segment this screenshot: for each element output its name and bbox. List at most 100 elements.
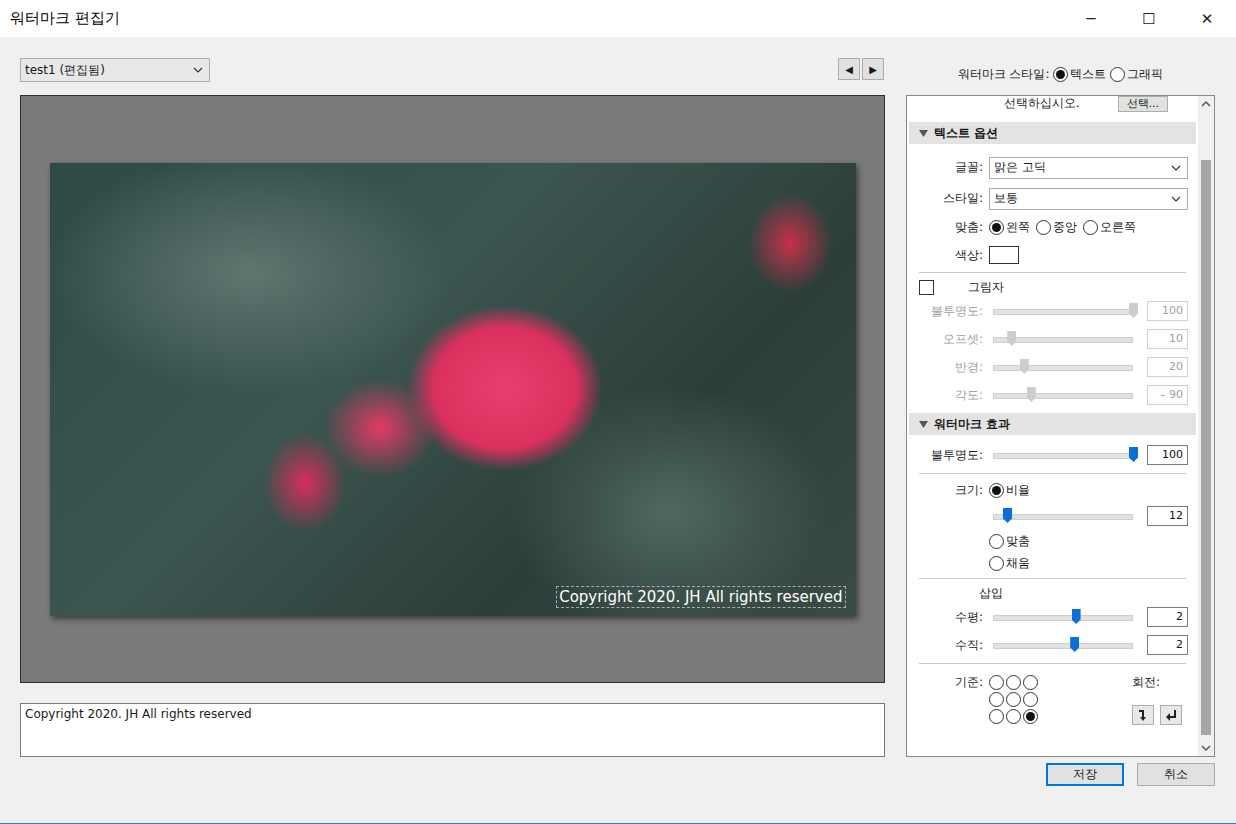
size-radio[interactable]: 채움 bbox=[989, 555, 1030, 572]
slider-thumb[interactable] bbox=[1129, 447, 1138, 462]
slider-value[interactable]: 2 bbox=[1147, 607, 1188, 627]
options-column: 워터마크 스타일:텍스트그래픽선택하십시오.선택...텍스트 옵션글꼴:맑은 고… bbox=[906, 58, 1215, 779]
radio-circle-icon[interactable] bbox=[1023, 675, 1038, 690]
size-option-row: 맞춤 bbox=[909, 530, 1196, 552]
window-control[interactable]: ✕ bbox=[1178, 0, 1236, 37]
section-header[interactable]: 워터마크 효과 bbox=[909, 413, 1196, 435]
preset-row: test1 (편집됨) ◀▶ bbox=[20, 58, 885, 95]
slider-track[interactable] bbox=[993, 331, 1133, 347]
scroll-down-icon[interactable] bbox=[1198, 740, 1214, 756]
radio-circle-icon[interactable] bbox=[1083, 220, 1098, 235]
anchor-radio[interactable] bbox=[1006, 674, 1022, 690]
anchor-radio[interactable] bbox=[1023, 709, 1039, 725]
color-swatch[interactable] bbox=[989, 246, 1019, 264]
radio-circle-icon[interactable] bbox=[989, 675, 1004, 690]
scrollbar[interactable] bbox=[1198, 96, 1214, 756]
size-radio[interactable]: 비율 bbox=[989, 482, 1030, 499]
watermark-preview-text[interactable]: Copyright 2020. JH All rights reserved bbox=[556, 586, 845, 608]
radio-circle-icon[interactable] bbox=[1110, 67, 1125, 82]
window-control[interactable]: ─ bbox=[1062, 0, 1120, 37]
watermark-text-input[interactable]: Copyright 2020. JH All rights reserved bbox=[20, 703, 885, 757]
slider-track[interactable] bbox=[993, 637, 1133, 653]
preset-dropdown[interactable]: test1 (편집됨) bbox=[20, 58, 210, 82]
rotate-group: 회전: bbox=[1132, 674, 1186, 725]
field-row: 스타일:보통 bbox=[909, 183, 1196, 214]
slider-label: 불투명도: bbox=[909, 447, 983, 464]
slider-track[interactable] bbox=[993, 359, 1133, 375]
radio-circle-icon[interactable] bbox=[1053, 67, 1068, 82]
field-select[interactable]: 맑은 고딕 bbox=[989, 157, 1188, 179]
radio-circle-icon[interactable] bbox=[1006, 709, 1021, 724]
radio-circle-icon[interactable] bbox=[1006, 692, 1021, 707]
dialog-button[interactable]: 저장 bbox=[1046, 763, 1124, 786]
slider-row: 불투명도: 100 bbox=[909, 441, 1196, 469]
radio-circle-icon[interactable] bbox=[989, 220, 1004, 235]
slider-value[interactable]: 12 bbox=[1147, 506, 1188, 526]
radio-circle-icon[interactable] bbox=[989, 534, 1004, 549]
radio-circle-icon[interactable] bbox=[989, 692, 1004, 707]
slider-track[interactable] bbox=[993, 508, 1133, 524]
slider-value[interactable]: 10 bbox=[1147, 329, 1188, 349]
shadow-checkbox[interactable] bbox=[919, 280, 934, 295]
slider-value[interactable]: 100 bbox=[1147, 301, 1188, 321]
anchor-radio[interactable] bbox=[989, 709, 1005, 725]
anchor-label: 기준: bbox=[909, 674, 983, 725]
scroll-up-icon[interactable] bbox=[1198, 96, 1214, 112]
align-radio[interactable]: 오른쪽 bbox=[1083, 219, 1136, 236]
anchor-radio[interactable] bbox=[1006, 709, 1022, 725]
slider-value[interactable]: 20 bbox=[1147, 357, 1188, 377]
slider-track[interactable] bbox=[993, 387, 1133, 403]
slider-row: 반경:20 bbox=[909, 353, 1196, 381]
anchor-radio[interactable] bbox=[1023, 674, 1039, 690]
field-select[interactable]: 보통 bbox=[989, 188, 1188, 210]
anchor-radio[interactable] bbox=[989, 674, 1005, 690]
radio-circle-icon[interactable] bbox=[989, 483, 1004, 498]
slider-thumb[interactable] bbox=[1007, 331, 1016, 346]
slider-thumb[interactable] bbox=[1020, 359, 1029, 374]
anchor-radio[interactable] bbox=[989, 691, 1005, 707]
choose-button[interactable]: 선택... bbox=[1118, 96, 1169, 112]
field-row: 글꼴:맑은 고딕 bbox=[909, 152, 1196, 183]
style-radio[interactable]: 그래픽 bbox=[1110, 66, 1163, 83]
radio-circle-icon[interactable] bbox=[989, 709, 1004, 724]
slider-row: 수평:2 bbox=[909, 603, 1196, 631]
align-radio[interactable]: 중앙 bbox=[1036, 219, 1077, 236]
slider-value[interactable]: 2 bbox=[1147, 635, 1188, 655]
dialog-body: test1 (편집됨) ◀▶ Copyright 2020. JH All righ… bbox=[0, 37, 1236, 779]
dialog-button[interactable]: 취소 bbox=[1137, 763, 1215, 786]
slider-value[interactable]: 100 bbox=[1147, 445, 1188, 465]
slider-row: 오프셋:10 bbox=[909, 325, 1196, 353]
rotate-buttons bbox=[1132, 705, 1182, 725]
radio-circle-icon[interactable] bbox=[1023, 709, 1038, 724]
nav-buttons: ◀▶ bbox=[838, 58, 884, 80]
section-header[interactable]: 텍스트 옵션 bbox=[909, 122, 1196, 144]
radio-circle-icon[interactable] bbox=[1023, 692, 1038, 707]
slider-thumb[interactable] bbox=[1129, 303, 1138, 318]
anchor-radio[interactable] bbox=[1006, 691, 1022, 707]
scroll-thumb[interactable] bbox=[1201, 160, 1211, 735]
radio-circle-icon[interactable] bbox=[989, 556, 1004, 571]
slider-thumb[interactable] bbox=[1072, 609, 1081, 624]
nav-button[interactable]: ▶ bbox=[862, 58, 884, 80]
window-title: 워터마크 편집기 bbox=[10, 9, 1062, 28]
radio-circle-icon[interactable] bbox=[1006, 675, 1021, 690]
divider bbox=[919, 663, 1186, 664]
style-radio[interactable]: 텍스트 bbox=[1053, 66, 1106, 83]
slider-thumb[interactable] bbox=[1027, 387, 1036, 402]
nav-button[interactable]: ◀ bbox=[838, 58, 860, 80]
align-radio[interactable]: 왼쪽 bbox=[989, 219, 1030, 236]
options-panel: 선택하십시오.선택...텍스트 옵션글꼴:맑은 고딕스타일:보통맞춤:왼쪽중앙오… bbox=[906, 95, 1215, 757]
radio-circle-icon[interactable] bbox=[1036, 220, 1051, 235]
slider-track[interactable] bbox=[993, 303, 1133, 319]
size-radio[interactable]: 맞춤 bbox=[989, 533, 1030, 550]
rotate-ccw-button[interactable] bbox=[1160, 705, 1182, 725]
slider-thumb[interactable] bbox=[1003, 508, 1012, 523]
window-control[interactable]: ☐ bbox=[1120, 0, 1178, 37]
slider-track[interactable] bbox=[993, 609, 1133, 625]
slider-row: 각도:– 90 bbox=[909, 381, 1196, 409]
anchor-radio[interactable] bbox=[1023, 691, 1039, 707]
slider-track[interactable] bbox=[993, 447, 1133, 463]
slider-value[interactable]: – 90 bbox=[1147, 385, 1188, 405]
rotate-cw-button[interactable] bbox=[1132, 705, 1154, 725]
slider-thumb[interactable] bbox=[1070, 637, 1079, 652]
